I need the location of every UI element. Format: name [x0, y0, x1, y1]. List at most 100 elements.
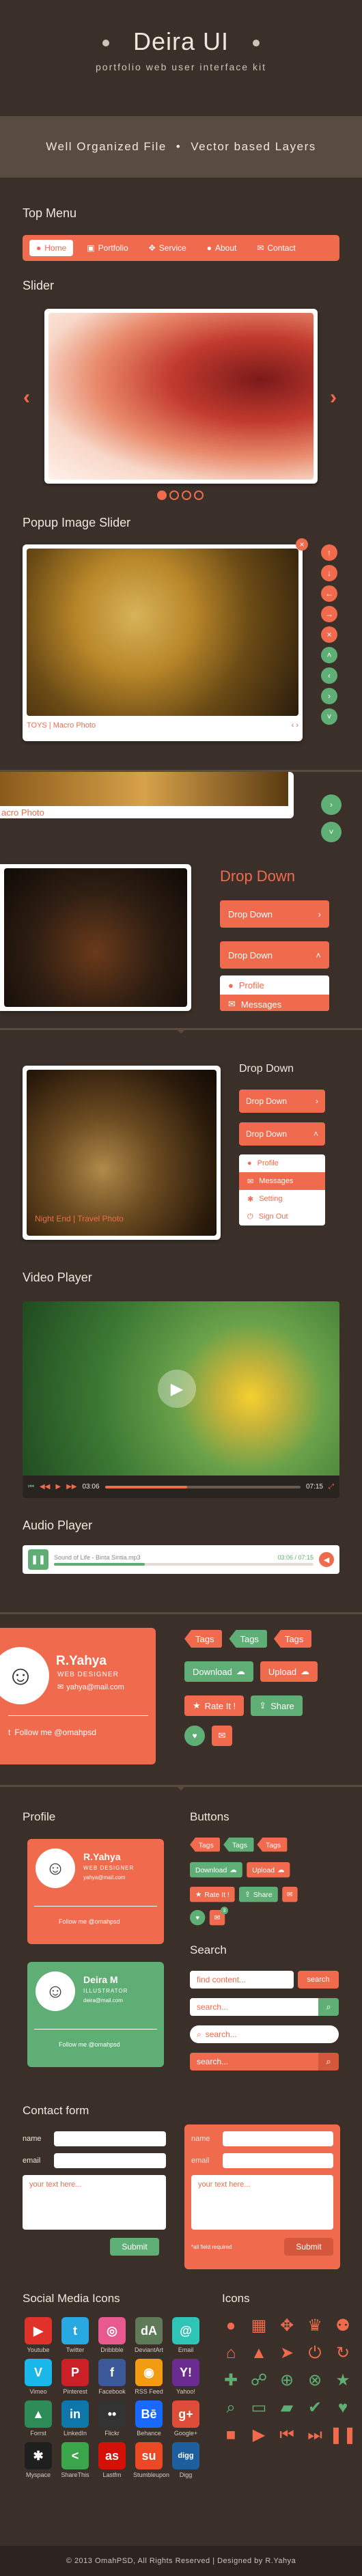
- message-badge-button[interactable]: ✉ 3: [209, 1907, 228, 1926]
- chevron-left-icon[interactable]: ‹: [321, 667, 337, 684]
- dropdown-item-setting[interactable]: ✱ Setting: [239, 1190, 325, 1208]
- social-forrst[interactable]: ▲ Forrst: [23, 2400, 54, 2437]
- dropdown-item-signout[interactable]: ⏻ Sign Out: [239, 1208, 325, 1225]
- social-linkedin[interactable]: in LinkedIn: [59, 2400, 91, 2437]
- slider-dot[interactable]: [182, 490, 191, 500]
- dropdown-item-profile[interactable]: ● Profile: [239, 1154, 325, 1172]
- download-button[interactable]: Download ☁: [190, 1862, 242, 1878]
- social-google-[interactable]: g+ Google+: [170, 2400, 201, 2437]
- search-input[interactable]: search...: [190, 1998, 318, 2016]
- social-dribbble[interactable]: ◎ Dribbble: [96, 2317, 128, 2353]
- tag-button-red[interactable]: Tags: [257, 1838, 288, 1852]
- chevron-right-icon[interactable]: ›: [321, 688, 337, 704]
- download-button[interactable]: Download ☁: [184, 1661, 253, 1682]
- play-small-icon[interactable]: ▶: [55, 1483, 61, 1491]
- social-myspace[interactable]: ✱ Myspace: [23, 2442, 54, 2478]
- arrow-left-icon[interactable]: ←: [321, 585, 337, 602]
- tag-button[interactable]: Tags: [184, 1630, 223, 1648]
- skip-back-icon[interactable]: ⏮: [28, 1483, 34, 1491]
- menu-item-contact[interactable]: ✉ Contact: [250, 240, 302, 256]
- tag-button-green[interactable]: Tags: [229, 1630, 267, 1648]
- profile-follow-link[interactable]: Follow me @omahpsd: [59, 2041, 120, 2048]
- heart-button[interactable]: ♥: [190, 1910, 206, 1926]
- social-yahoo-[interactable]: Y! Yahoo!: [170, 2359, 201, 2395]
- social-youtube[interactable]: ▶ Youtube: [23, 2317, 54, 2353]
- upload-button[interactable]: Upload ☁: [260, 1661, 318, 1682]
- email-field[interactable]: [223, 2153, 333, 2168]
- social-vimeo[interactable]: V Vimeo: [23, 2359, 54, 2395]
- tag-button-green[interactable]: Tags: [223, 1838, 254, 1852]
- dropdown-button-open[interactable]: Drop Down ˄: [220, 941, 329, 969]
- social-stumbleupon[interactable]: su Stumbleupon: [133, 2442, 169, 2478]
- social-deviantart[interactable]: dA DeviantArt: [133, 2317, 165, 2353]
- menu-item-portfolio[interactable]: ▣ Portfolio: [80, 240, 135, 256]
- rate-button[interactable]: ★ Rate It !: [190, 1887, 235, 1902]
- search-icon-button[interactable]: ⌕: [318, 2053, 339, 2071]
- slider-prev-arrow[interactable]: ‹: [23, 386, 30, 409]
- pause-button[interactable]: ❚❚: [28, 1549, 48, 1570]
- search-input[interactable]: find content...: [190, 1971, 294, 1989]
- arrow-up-icon[interactable]: ↑: [321, 544, 337, 561]
- social-behance[interactable]: Bē Behance: [133, 2400, 165, 2437]
- dropdown-small-open[interactable]: Drop Down ˄: [239, 1122, 325, 1146]
- dropdown-item-messages[interactable]: ✉ Messages: [220, 995, 329, 1011]
- social-flickr[interactable]: •• Flickr: [96, 2400, 128, 2437]
- submit-button[interactable]: Submit: [110, 2238, 159, 2256]
- message-icon-button[interactable]: ✉: [282, 1887, 298, 1902]
- arrow-down-icon[interactable]: ↓: [321, 565, 337, 581]
- chevron-down-icon[interactable]: ˅: [321, 708, 337, 725]
- volume-icon[interactable]: ◀: [319, 1552, 334, 1567]
- close-icon[interactable]: ×: [296, 538, 308, 551]
- play-icon[interactable]: ▶: [158, 1370, 196, 1408]
- social-lastfm[interactable]: as Lastfm: [96, 2442, 128, 2478]
- upload-button[interactable]: Upload ☁: [247, 1862, 290, 1878]
- menu-item-service[interactable]: ✥ Service: [142, 240, 193, 256]
- chevron-up-icon[interactable]: ˄: [321, 647, 337, 663]
- dropdown-small-closed[interactable]: Drop Down ›: [239, 1090, 325, 1113]
- video-progress-track[interactable]: [105, 1485, 301, 1488]
- name-field[interactable]: [54, 2131, 166, 2146]
- slider-next-arrow[interactable]: ›: [330, 386, 337, 409]
- social-pinterest[interactable]: P Pinterest: [59, 2359, 91, 2395]
- social-rss-feed[interactable]: ◉ RSS Feed: [133, 2359, 165, 2395]
- message-textarea[interactable]: your text here...: [23, 2175, 166, 2230]
- slider-dot[interactable]: [169, 490, 179, 500]
- search-input-red[interactable]: search...: [190, 2053, 318, 2071]
- dropdown-item-profile[interactable]: ● Profile: [220, 975, 329, 995]
- audio-progress-track[interactable]: [54, 1562, 314, 1566]
- share-button[interactable]: ⇪ Share: [251, 1695, 303, 1716]
- search-icon-button[interactable]: ⌕: [318, 1998, 339, 2016]
- chevron-down-icon[interactable]: ˅: [321, 822, 342, 842]
- share-button[interactable]: ⇪ Share: [239, 1887, 278, 1902]
- tag-button[interactable]: Tags: [190, 1838, 221, 1852]
- tag-button-cut[interactable]: Tags: [273, 1630, 312, 1648]
- close-circle-icon[interactable]: ×: [321, 626, 337, 643]
- search-input-with-icon[interactable]: ⌕ search...: [190, 2025, 339, 2043]
- slider-dot-active[interactable]: [157, 490, 167, 500]
- social-twitter[interactable]: t Twitter: [59, 2317, 91, 2353]
- dropdown-item-messages[interactable]: ✉ Messages: [239, 1172, 325, 1190]
- popup-nav[interactable]: ‹ ›: [292, 721, 298, 730]
- message-badge-button[interactable]: ✉: [212, 1726, 232, 1746]
- chevron-right-icon[interactable]: ›: [321, 794, 342, 815]
- name-field[interactable]: [223, 2131, 333, 2146]
- profile-follow-link[interactable]: t Follow me @omahpsd: [8, 1728, 96, 1737]
- search-button[interactable]: search: [298, 1971, 339, 1989]
- dropdown-button-closed[interactable]: Drop Down ›: [220, 900, 329, 928]
- social-email[interactable]: @ Email: [170, 2317, 201, 2353]
- heart-button[interactable]: ♥: [184, 1726, 205, 1746]
- social-facebook[interactable]: f Facebook: [96, 2359, 128, 2395]
- slider-dot[interactable]: [194, 490, 204, 500]
- menu-item-home[interactable]: ● Home: [29, 240, 74, 256]
- forward-icon[interactable]: ▶▶: [66, 1483, 76, 1491]
- rewind-icon[interactable]: ◀◀: [40, 1483, 50, 1491]
- arrow-right-icon[interactable]: →: [321, 606, 337, 622]
- submit-button[interactable]: Submit: [284, 2238, 333, 2256]
- menu-item-about[interactable]: ● About: [200, 240, 244, 256]
- message-textarea[interactable]: your text here...: [191, 2175, 333, 2230]
- social-sharethis[interactable]: < ShareThis: [59, 2442, 91, 2478]
- email-field[interactable]: [54, 2153, 166, 2168]
- profile-follow-link[interactable]: Follow me @omahpsd: [59, 1918, 120, 1925]
- rate-button[interactable]: ★ Rate It !: [184, 1695, 245, 1716]
- social-digg[interactable]: digg Digg: [170, 2442, 201, 2478]
